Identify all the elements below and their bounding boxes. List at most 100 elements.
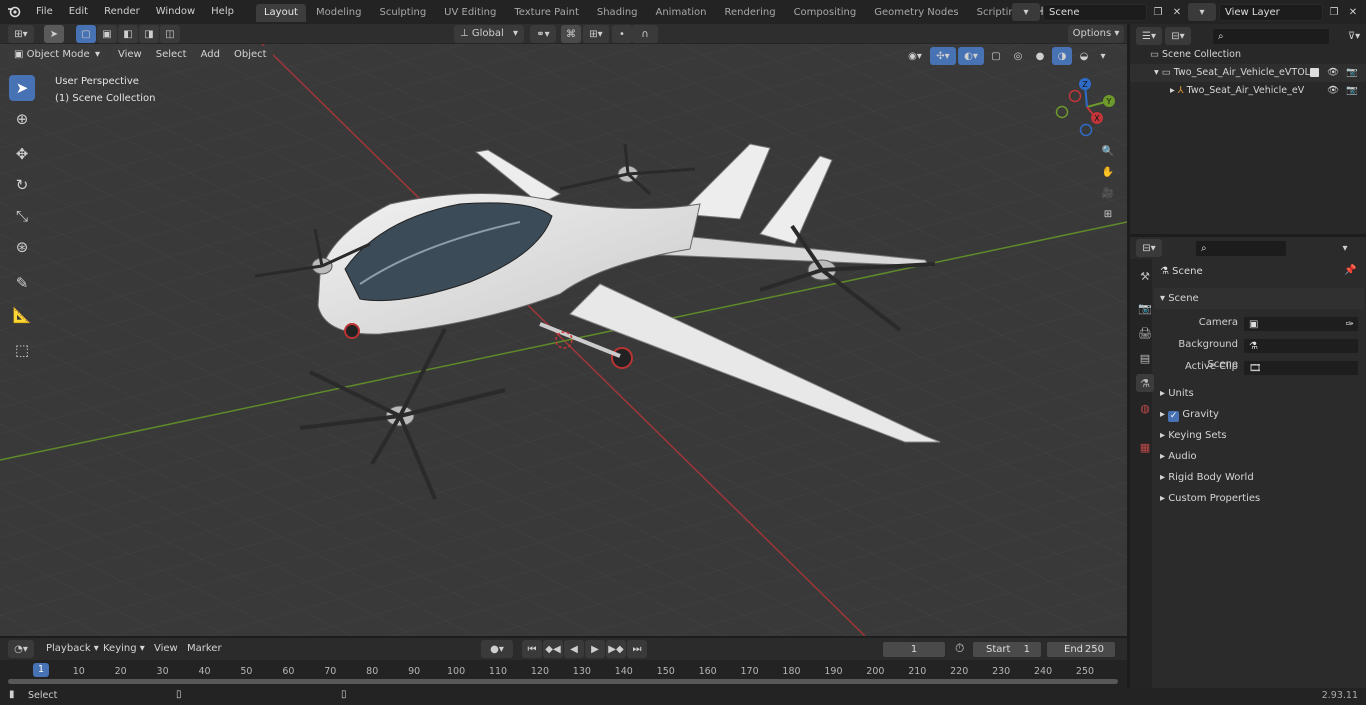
select-mode-new-icon[interactable]: ▢ — [76, 25, 96, 43]
menu-render[interactable]: Render — [96, 0, 148, 24]
render-camera-icon[interactable]: 📷 — [1346, 82, 1358, 100]
tab-compositing[interactable]: Compositing — [786, 4, 865, 22]
camera-view-icon[interactable]: 🎥 — [1098, 184, 1118, 202]
blender-logo-icon[interactable] — [0, 0, 28, 24]
snap-target-icon[interactable]: ⊞▾ — [583, 25, 609, 43]
next-keyframe-icon[interactable]: ▶◆ — [606, 640, 626, 658]
outliner-editor-type-icon[interactable]: ☰▾ — [1136, 27, 1162, 45]
outliner-search-input[interactable]: ⌕ — [1212, 27, 1330, 45]
jump-start-icon[interactable]: ⏮ — [522, 640, 542, 658]
auto-keying-record-icon[interactable]: ●▾ — [481, 640, 513, 658]
exclude-checkbox[interactable] — [1310, 68, 1319, 77]
units-panel-header[interactable]: ▸ Units — [1154, 383, 1364, 404]
wireframe-shading-icon[interactable]: ◎ — [1008, 47, 1028, 65]
timeline-editor-type-icon[interactable]: ◔▾ — [8, 640, 34, 658]
tab-uv-editing[interactable]: UV Editing — [436, 4, 504, 22]
expand-chevron-icon[interactable]: ▸ — [1170, 85, 1178, 96]
falloff-icon[interactable]: ∩ — [632, 25, 658, 43]
scene-selector-icon[interactable]: ▾ — [1012, 3, 1040, 21]
solid-shading-icon[interactable]: ● — [1030, 47, 1050, 65]
new-scene-icon[interactable]: ❐ — [1150, 3, 1166, 21]
visibility-eye-icon[interactable]: 👁 — [1327, 64, 1339, 82]
playback-menu[interactable]: Playback ▾ — [40, 640, 105, 658]
menu-edit[interactable]: Edit — [61, 0, 96, 24]
preview-range-clock-icon[interactable]: ⏱ — [955, 641, 964, 656]
scene-properties-tab-icon[interactable]: ⚗ — [1136, 374, 1154, 392]
select-mode-extend-icon[interactable]: ▣ — [97, 25, 117, 43]
play-reverse-icon[interactable]: ◀ — [564, 640, 584, 658]
delete-scene-icon[interactable]: ✕ — [1169, 3, 1185, 21]
render-properties-tab-icon[interactable]: 📷 — [1136, 299, 1154, 317]
pan-hand-icon[interactable]: ✋ — [1098, 163, 1118, 181]
pin-icon[interactable]: 📌 — [1344, 265, 1356, 276]
editor-type-icon[interactable]: ⊞▾ — [8, 25, 34, 43]
overlays-toggle-icon[interactable]: ◐▾ — [958, 47, 984, 65]
background-scene-field[interactable]: ⚗ — [1243, 338, 1359, 354]
properties-editor-type-icon[interactable]: ⊟▾ — [1136, 239, 1162, 257]
shading-options-icon[interactable]: ▾ — [1096, 47, 1110, 65]
ortho-toggle-icon[interactable]: ⊞ — [1098, 205, 1118, 223]
viewport-menu-view[interactable]: View — [112, 46, 148, 64]
play-icon[interactable]: ▶ — [585, 640, 605, 658]
xray-toggle-icon[interactable]: ▢ — [986, 47, 1006, 65]
measure-tool-icon[interactable]: 📐 — [9, 302, 35, 328]
tab-rendering[interactable]: Rendering — [716, 4, 783, 22]
tab-geometry-nodes[interactable]: Geometry Nodes — [866, 4, 966, 22]
menu-help[interactable]: Help — [203, 0, 242, 24]
filter-icon[interactable]: ⊽▾ — [1341, 27, 1366, 45]
new-view-layer-icon[interactable]: ❐ — [1326, 3, 1342, 21]
texture-properties-tab-icon[interactable]: ▦ — [1136, 438, 1154, 456]
current-frame-field[interactable]: 1 — [882, 641, 946, 658]
display-mode-icon[interactable]: ⊟▾ — [1165, 27, 1191, 45]
pivot-point-icon[interactable]: ⚭▾ — [530, 25, 556, 43]
keying-sets-panel-header[interactable]: ▸ Keying Sets — [1154, 425, 1364, 446]
delete-view-layer-icon[interactable]: ✕ — [1345, 3, 1361, 21]
visibility-eye-icon[interactable]: 👁 — [1327, 82, 1339, 100]
rigid-body-world-panel-header[interactable]: ▸ Rigid Body World — [1154, 467, 1364, 488]
options-dropdown[interactable]: Options ▾ — [1068, 25, 1124, 43]
timeline-view-menu[interactable]: View — [148, 640, 184, 658]
tab-modeling[interactable]: Modeling — [308, 4, 370, 22]
active-clip-field[interactable]: 🎞 — [1243, 360, 1359, 376]
marker-menu[interactable]: Marker — [181, 640, 228, 658]
viewport-menu-object[interactable]: Object — [227, 46, 273, 64]
custom-properties-panel-header[interactable]: ▸ Custom Properties — [1154, 488, 1364, 509]
properties-search-input[interactable]: ⌕ — [1195, 239, 1287, 257]
current-frame-marker[interactable]: 1 — [32, 663, 50, 677]
eyedropper-icon[interactable]: ✑ — [1346, 317, 1354, 332]
tab-texture-paint[interactable]: Texture Paint — [506, 4, 587, 22]
menu-file[interactable]: File — [28, 0, 61, 24]
prev-keyframe-icon[interactable]: ◆◀ — [543, 640, 563, 658]
world-properties-tab-icon[interactable]: ◍ — [1136, 399, 1154, 417]
timeline-area[interactable]: 1 10 20 30 40 50 60 70 80 90 100 110 120 130 140 150 160… — [0, 660, 1127, 688]
outliner-row-scene-collection[interactable]: ▭ Scene Collection — [1130, 46, 1366, 64]
select-mode-subtract-icon[interactable]: ◧ — [118, 25, 138, 43]
navigation-gizmo[interactable]: Y Z X — [1052, 74, 1122, 144]
rendered-shading-icon[interactable]: ◒ — [1074, 47, 1094, 65]
scene-name-field[interactable]: Scene — [1043, 3, 1147, 21]
3d-viewport[interactable]: User Perspective (1) Scene Collection Y … — [0, 44, 1127, 636]
cursor-tool-icon[interactable]: ⊕ — [9, 106, 35, 132]
rotate-tool-icon[interactable]: ↻ — [9, 172, 35, 198]
viewport-menu-select[interactable]: Select — [149, 46, 193, 64]
output-properties-tab-icon[interactable]: 🖨 — [1136, 324, 1154, 342]
audio-panel-header[interactable]: ▸ Audio — [1154, 446, 1364, 467]
tab-layout[interactable]: Layout — [255, 3, 306, 22]
tab-animation[interactable]: Animation — [648, 4, 715, 22]
gravity-panel-header[interactable]: ▸ ✓ Gravity — [1154, 404, 1364, 425]
select-box-tool-icon[interactable]: ➤ — [9, 75, 35, 101]
annotate-tool-icon[interactable]: ✎ — [9, 270, 35, 296]
outliner-row-evtol-object[interactable]: ▸ ⅄ Two_Seat_Air_Vehicle_eV 👁 📷 — [1130, 82, 1366, 100]
end-frame-field[interactable]: End 250 — [1046, 641, 1116, 658]
proportional-edit-icon[interactable]: • — [612, 25, 632, 43]
tab-shading[interactable]: Shading — [589, 4, 646, 22]
transform-orientation-dropdown[interactable]: ⊥ Global ▾ — [454, 25, 524, 43]
visibility-icon[interactable]: ◉▾ — [902, 47, 928, 65]
add-cube-tool-icon[interactable]: ⬚ — [9, 337, 35, 363]
transform-tool-icon[interactable]: ⊛ — [9, 234, 35, 260]
timeline-scrollbar[interactable] — [8, 679, 1118, 684]
camera-field[interactable]: ▣ ✑ — [1243, 316, 1359, 332]
viewport-menu-add[interactable]: Add — [194, 46, 226, 64]
jump-end-icon[interactable]: ⏭ — [627, 640, 647, 658]
gravity-checkbox[interactable]: ✓ — [1168, 411, 1180, 422]
